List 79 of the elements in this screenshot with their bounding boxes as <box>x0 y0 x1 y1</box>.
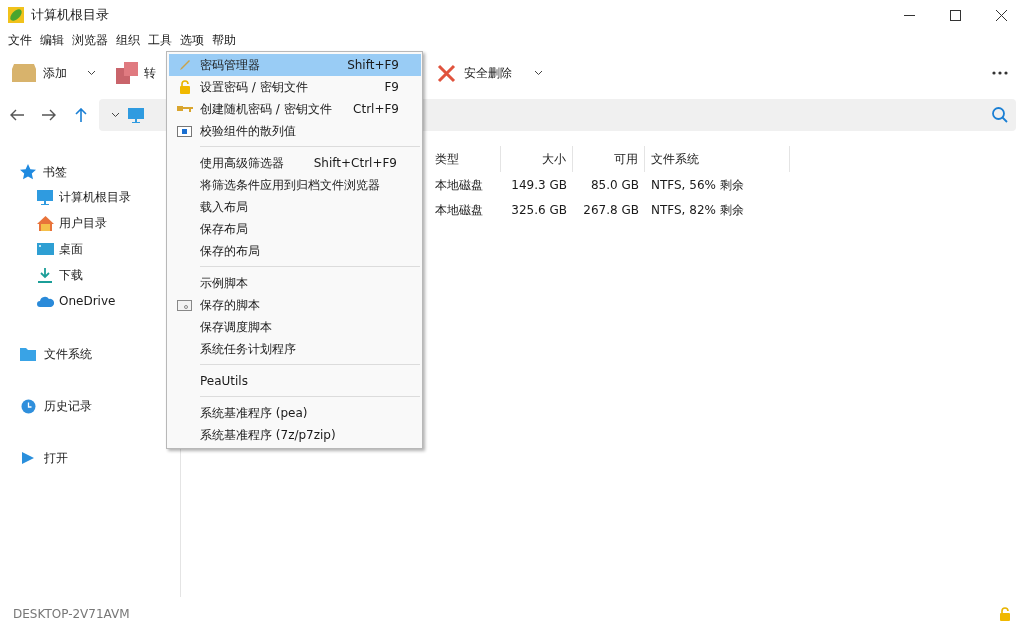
table-cell: 325.6 GB <box>511 202 567 217</box>
menu-item[interactable]: 文件 <box>4 31 36 49</box>
table-cell: 85.0 GB <box>590 177 639 192</box>
forward-icon[interactable] <box>42 109 56 121</box>
column-header[interactable]: 大小 <box>501 146 573 172</box>
menu-item[interactable]: 校验组件的散列值 <box>169 120 421 142</box>
padlock-icon <box>178 80 191 94</box>
history-icon <box>20 398 36 414</box>
menu-item[interactable]: 系统基准程序 (pea) <box>169 402 419 424</box>
menu-item[interactable]: 保存布局 <box>169 218 419 240</box>
menu-item[interactable]: 保存调度脚本 <box>169 316 419 338</box>
sidebar-item[interactable]: 下载 <box>59 266 83 284</box>
window-title: 计算机根目录 <box>31 6 109 25</box>
menu-item[interactable]: 工具 <box>144 31 176 49</box>
column-header[interactable]: 可用 <box>573 146 645 172</box>
download-icon <box>38 267 52 283</box>
sidebar-item[interactable]: 用户目录 <box>59 214 107 232</box>
close-icon <box>995 9 1007 21</box>
sidebar-section[interactable]: 历史记录 <box>44 397 92 415</box>
search-icon[interactable] <box>992 107 1008 123</box>
menu-item[interactable]: 创建随机密码 / 密钥文件 Ctrl+F9 <box>169 98 421 120</box>
table-cell: NTFS, 82% 剩余 <box>651 202 744 217</box>
menu-item[interactable]: 浏览器 <box>68 31 112 49</box>
key-icon <box>176 105 193 113</box>
back-icon[interactable] <box>10 109 24 121</box>
menu-item[interactable]: PeaUtils <box>169 370 419 392</box>
pencil-icon <box>178 59 191 71</box>
menu-item[interactable]: 帮助 <box>208 31 240 49</box>
sidebar-heading[interactable]: 书签 <box>43 163 67 181</box>
column-header[interactable]: 文件系统 <box>645 146 790 172</box>
sidebar-item[interactable]: 桌面 <box>59 240 83 258</box>
menu-item[interactable]: 编辑 <box>36 31 68 49</box>
table-cell: 本地磁盘 <box>435 177 483 192</box>
chevron-icon[interactable] <box>111 112 120 118</box>
folder-icon <box>20 347 36 361</box>
add-button[interactable]: 添加 <box>43 64 67 82</box>
maximize-icon <box>949 9 961 21</box>
convert-button[interactable]: 转 <box>144 64 156 82</box>
sidebar-item[interactable]: 计算机根目录 <box>59 188 131 206</box>
menu-item[interactable]: 载入布局 <box>169 196 419 218</box>
menu-item[interactable]: 将筛选条件应用到归档文件浏览器 <box>169 174 419 196</box>
sidebar-item[interactable]: OneDrive <box>59 292 116 310</box>
menu-item[interactable]: 系统基准程序 (7z/p7zip) <box>169 424 419 446</box>
up-icon[interactable] <box>75 108 87 122</box>
menu-item[interactable]: 设置密码 / 密钥文件 F9 <box>169 76 421 98</box>
delete-icon <box>437 63 456 83</box>
monitor-icon <box>37 189 53 205</box>
padlock-icon <box>999 607 1011 621</box>
sidebar-section[interactable]: 打开 <box>44 449 68 467</box>
chevron-icon[interactable] <box>534 70 543 76</box>
secure-delete-button[interactable]: 安全删除 <box>464 64 512 82</box>
menu-item[interactable]: 选项 <box>176 31 208 49</box>
play-icon <box>22 452 34 464</box>
menu-item[interactable]: 示例脚本 <box>169 272 419 294</box>
table-cell: 本地磁盘 <box>435 202 483 217</box>
more-icon[interactable] <box>992 71 1008 75</box>
star-icon <box>20 164 36 180</box>
chevron-icon[interactable] <box>87 70 96 76</box>
menu-item[interactable]: 使用高级筛选器 Shift+Ctrl+F9 <box>169 152 419 174</box>
desktop-icon <box>36 243 54 255</box>
cloud-icon <box>36 295 54 307</box>
table-cell: 149.3 GB <box>511 177 567 192</box>
menu-item[interactable]: 密码管理器 Shift+F9 <box>169 54 421 76</box>
app-logo-icon <box>8 7 24 23</box>
house-icon <box>36 215 54 231</box>
menu-item[interactable]: 保存的布局 <box>169 240 419 262</box>
table-cell: 267.8 GB <box>583 202 639 217</box>
sidebar-section[interactable]: 文件系统 <box>44 345 92 363</box>
monitor-icon <box>128 107 144 123</box>
column-header[interactable]: 类型 <box>429 146 501 172</box>
menu-item[interactable]: 组织 <box>112 31 144 49</box>
menu-item[interactable]: 系统任务计划程序 <box>169 338 419 360</box>
window-icon <box>177 125 192 137</box>
squares-icon <box>116 62 138 84</box>
box-icon <box>12 64 36 82</box>
menu-item[interactable]: 保存的脚本 <box>169 294 419 316</box>
table-cell: NTFS, 56% 剩余 <box>651 177 744 192</box>
computer-name: DESKTOP-2V71AVM <box>13 606 130 623</box>
script-icon <box>177 299 192 311</box>
